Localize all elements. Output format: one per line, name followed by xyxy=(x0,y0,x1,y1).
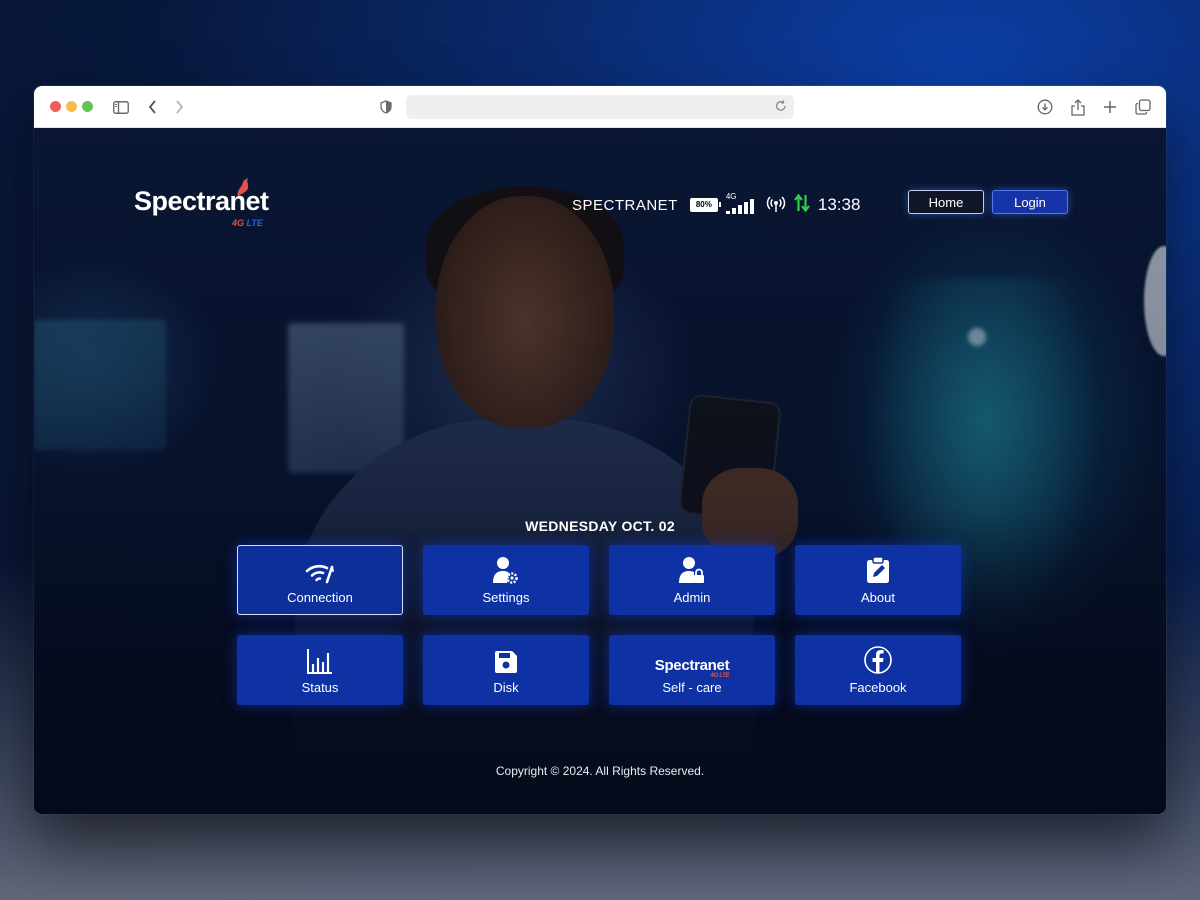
mini-logo-name: Spectranet xyxy=(654,656,730,674)
reload-icon[interactable] xyxy=(774,99,788,118)
tile-label: Status xyxy=(301,679,339,695)
maximize-window-button[interactable] xyxy=(82,101,93,112)
tile-label: Disk xyxy=(493,679,519,695)
signal-strength-icon: 4G xyxy=(725,192,758,214)
tile-settings[interactable]: Settings xyxy=(423,545,589,615)
background-overlay xyxy=(34,128,1166,814)
user-lock-icon xyxy=(679,556,705,584)
network-type: 4G xyxy=(725,192,737,201)
logo-sub-4g: 4G xyxy=(232,218,245,228)
shield-icon[interactable] xyxy=(375,96,397,118)
tile-connection[interactable]: Connection xyxy=(237,545,403,615)
tile-facebook[interactable]: Facebook xyxy=(795,635,961,705)
network-name: SPECTRANET xyxy=(572,196,678,214)
minimize-window-button[interactable] xyxy=(66,101,77,112)
tile-label: Facebook xyxy=(849,679,907,695)
tile-label: Settings xyxy=(482,589,530,605)
forward-icon[interactable] xyxy=(168,96,190,118)
hotspot-icon xyxy=(766,193,786,218)
spectranet-logo[interactable]: Spectranet 4G LTE xyxy=(134,178,274,230)
date-label: WEDNESDAY OCT. 02 xyxy=(525,518,675,534)
sidebar-icon[interactable] xyxy=(110,96,132,118)
mini-logo-text: Spectranet 4G LTE xyxy=(654,656,730,679)
tabs-overview-icon[interactable] xyxy=(1132,96,1154,118)
tile-label: Self - care xyxy=(662,679,722,695)
page-viewport: Spectranet 4G LTE SPECTRANET 80% 4G 13:3… xyxy=(34,128,1166,814)
mini-logo-sub: 4G LTE xyxy=(710,672,730,679)
clock: 13:38 xyxy=(817,195,861,214)
browser-toolbar xyxy=(34,86,1166,128)
bar-chart-icon xyxy=(307,646,333,674)
copyright-text: Copyright © 2024. All Rights Reserved. xyxy=(495,764,705,778)
device-status-bar: SPECTRANET 80% 4G 13:38 xyxy=(572,192,860,218)
tile-label: Admin xyxy=(673,589,711,605)
tile-label: About xyxy=(861,589,895,605)
spectranet-logo-icon: Spectranet 4G LTE xyxy=(654,646,730,679)
tile-status[interactable]: Status xyxy=(237,635,403,705)
back-icon[interactable] xyxy=(142,96,164,118)
address-bar[interactable] xyxy=(406,95,794,119)
share-icon[interactable] xyxy=(1067,96,1089,118)
tile-about[interactable]: About xyxy=(795,545,961,615)
download-icon[interactable] xyxy=(1034,96,1056,118)
new-tab-icon[interactable] xyxy=(1099,96,1121,118)
tile-admin[interactable]: Admin xyxy=(609,545,775,615)
close-window-button[interactable] xyxy=(50,101,61,112)
data-transfer-icon xyxy=(793,193,810,217)
tile-disk[interactable]: Disk xyxy=(423,635,589,705)
battery-level: 80% xyxy=(690,199,717,211)
tile-self-care[interactable]: Spectranet 4G LTE Self - care xyxy=(609,635,775,705)
home-button[interactable]: Home xyxy=(908,190,984,214)
login-button[interactable]: Login xyxy=(992,190,1068,214)
floppy-disk-icon xyxy=(494,646,518,674)
logo-sub-lte: LTE xyxy=(246,218,263,228)
facebook-icon xyxy=(864,645,892,674)
clipboard-edit-icon xyxy=(866,556,890,584)
battery-icon: 80% xyxy=(689,198,721,212)
tile-label: Connection xyxy=(287,589,353,605)
user-gear-icon xyxy=(493,556,519,584)
logo-flame-icon xyxy=(237,178,249,196)
browser-window: Spectranet 4G LTE SPECTRANET 80% 4G 13:3… xyxy=(34,86,1166,814)
wifi-icon xyxy=(305,556,335,584)
logo-sub: 4G LTE xyxy=(232,218,263,228)
